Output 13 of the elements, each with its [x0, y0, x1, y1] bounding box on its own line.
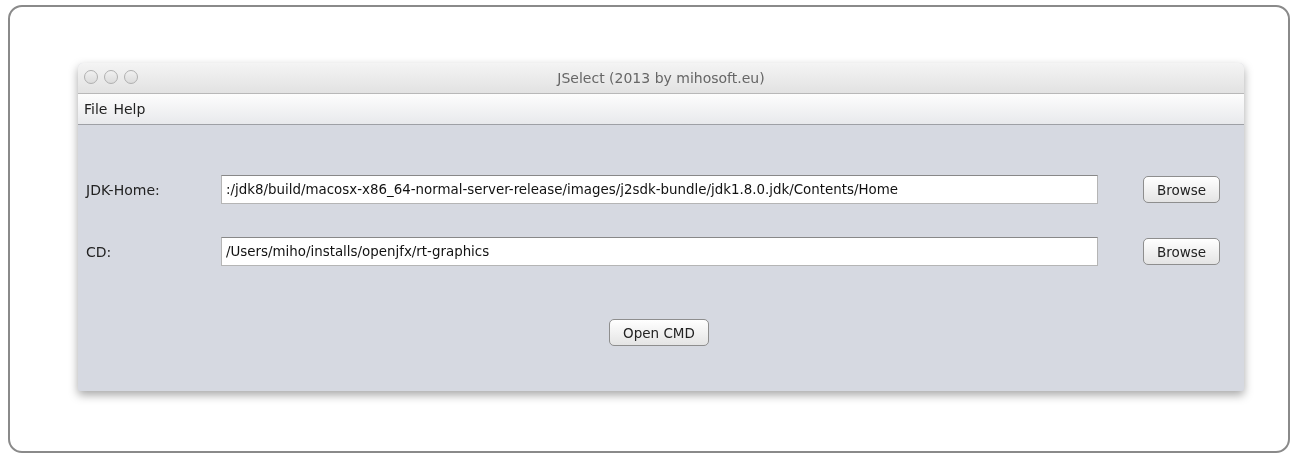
path-field[interactable]: :/jdk8/build/macosx-x86_64-normal-server-release/images/j2sdk-bundle/jdk1.8.0.jdk/Contents/Home	[221, 175, 1098, 204]
field-label: JDK-Home:	[86, 181, 161, 198]
field-label: CD:	[86, 243, 113, 260]
browse-button[interactable]: Browse	[1143, 176, 1221, 203]
path-field[interactable]: /Users/miho/installs/openjfx/rt-graphics	[221, 237, 1098, 266]
window-control-icon[interactable]	[104, 70, 118, 84]
window-title: JSelect (2013 by mihosoft.eu)	[557, 70, 765, 86]
window-control-icon[interactable]	[84, 70, 98, 84]
window-control-icon[interactable]	[124, 70, 138, 84]
menu-item[interactable]: File	[84, 101, 108, 117]
menu-item[interactable]: Help	[113, 101, 146, 117]
browse-button[interactable]: Browse	[1143, 238, 1221, 265]
open-cmd-button[interactable]: Open CMD	[609, 319, 709, 346]
